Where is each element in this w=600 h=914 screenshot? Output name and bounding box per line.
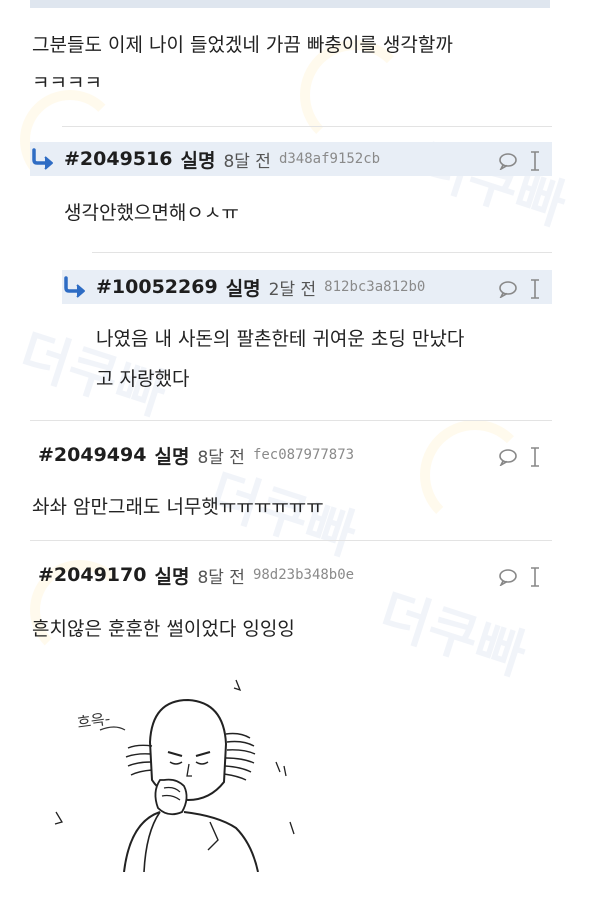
comment-text: 흔치않은 훈훈한 썰이었다 잉잉잉 [32,618,295,640]
reply-arrow-icon [64,276,85,298]
comment-header: #2049516 실명 8달 전 d348af9152cb [30,142,552,176]
previous-comment-header [30,0,550,8]
comment-author: 실명 [154,565,190,588]
reply-bubble-icon[interactable] [498,448,518,466]
report-icon[interactable] [530,446,540,468]
comment-hash: 812bc3a812b0 [324,279,426,295]
comment-time: 8달 전 [223,151,271,172]
comment-author: 실명 [225,277,261,300]
comment-header: #10052269 실명 2달 전 812bc3a812b0 [62,270,552,304]
comment-header: #2049494 실명 8달 전 fec087977873 [38,438,354,472]
report-icon[interactable] [530,566,540,588]
comment-hash: fec087977873 [252,447,355,463]
comment-hash: d348af9152cb [278,151,381,167]
divider [62,126,552,127]
comment-id[interactable]: #2049494 [38,444,146,466]
comment-text: 나였음 내 사돈의 팔촌한테 귀여운 초딩 만났다 [96,328,465,350]
reply-bubble-icon[interactable] [498,152,518,170]
comment-header: #2049170 실명 8달 전 98d23b348b0e [38,558,354,592]
comment-actions [498,566,540,588]
comment-actions [498,278,540,300]
reply-bubble-icon[interactable] [498,568,518,586]
comment-actions [498,150,540,172]
report-icon[interactable] [530,150,540,172]
comment-text: ㅋㅋㅋㅋ [32,72,102,94]
comment-time: 8달 전 [197,567,245,588]
comment-text: 솨솨 암만그래도 너무햇ㅠㅠㅠㅠㅠㅠ [32,496,324,518]
comment-text: 고 자랑했다 [96,368,190,390]
comment-time: 8달 전 [197,447,245,468]
reply-arrow-icon [32,148,53,170]
comment-id[interactable]: #2049170 [38,564,146,586]
comment-author: 실명 [180,149,216,172]
divider [30,420,552,421]
comment-author: 실명 [154,445,190,468]
watermark-moon [420,420,530,530]
divider [30,540,552,541]
watermark-text: 더쿠빠 [412,131,574,238]
crying-man-sticker: 흐윽- [54,679,295,872]
comment-id[interactable]: #10052269 [96,276,218,298]
comment-time: 2달 전 [268,279,317,300]
comment-text: 생각안했으면해ㅇㅅㅠ [64,202,239,224]
report-icon[interactable] [530,278,540,300]
comment-hash: 98d23b348b0e [252,567,355,583]
comment-text: 그분들도 이제 나이 들었겠네 가끔 빠충이를 생각할까 [32,34,453,56]
reply-bubble-icon[interactable] [498,280,518,298]
comment-id[interactable]: #2049516 [64,148,172,170]
comment-actions [498,446,540,468]
divider [92,252,552,253]
